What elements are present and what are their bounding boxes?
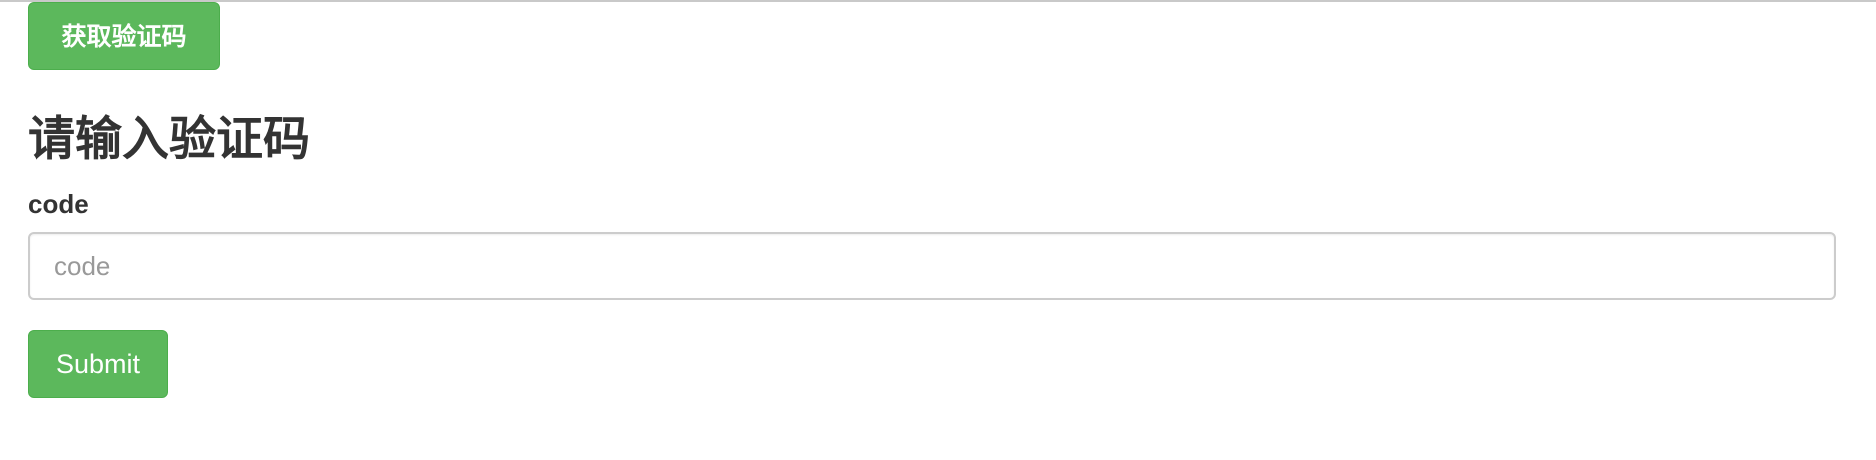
page-title: 请输入验证码 (28, 112, 310, 167)
submit-button[interactable]: Submit (28, 330, 168, 398)
code-label: code (28, 189, 89, 219)
get-verification-code-button[interactable]: 获取验证码 (28, 2, 220, 70)
code-input[interactable] (28, 232, 1836, 300)
top-divider (0, 0, 1876, 2)
